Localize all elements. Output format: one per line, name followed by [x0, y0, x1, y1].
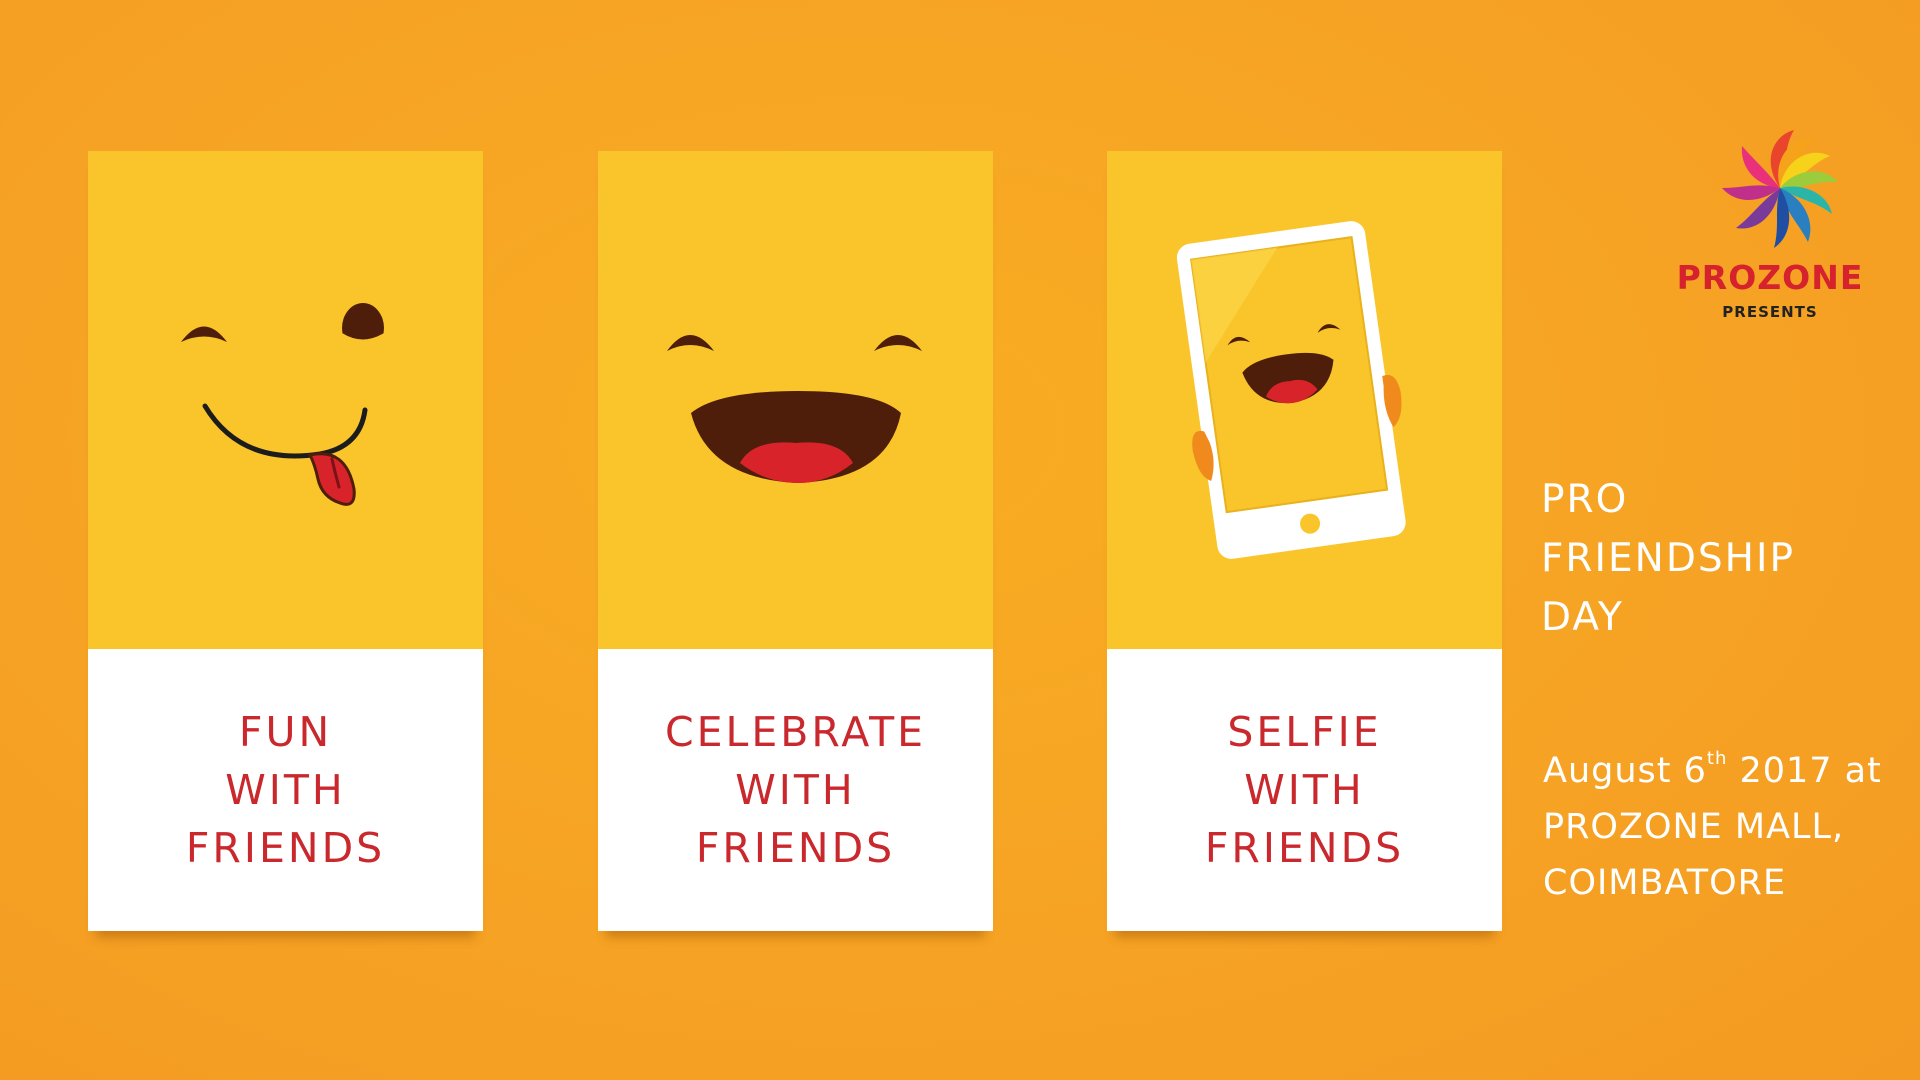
event-venue-line-2: COIMBATORE — [1543, 863, 1787, 903]
card-celebrate-label: CELEBRATE WITH FRIENDS — [598, 649, 993, 931]
card-celebrate-line-1: CELEBRATE — [664, 708, 927, 756]
event-title-line-1: PRO — [1541, 477, 1629, 522]
smiling-phone-icon — [1176, 221, 1406, 559]
card-selfie: SELFIE WITH FRIENDS — [1107, 151, 1502, 931]
card-celebrate-line-2: WITH — [735, 766, 856, 814]
card-fun-line-3: FRIENDS — [185, 824, 386, 872]
card-selfie-label: SELFIE WITH FRIENDS — [1107, 649, 1502, 931]
event-date: August 6th 2017 at — [1543, 743, 1882, 799]
tongue-out-smiley-icon — [181, 303, 384, 506]
event-info: August 6th 2017 at PROZONE MALL, COIMBAT… — [1543, 743, 1882, 911]
card-fun-artwork — [88, 151, 483, 649]
brand-tagline: PRESENTS — [1722, 303, 1818, 321]
card-fun-line-2: WITH — [225, 766, 346, 814]
brand-name: PROZONE — [1676, 258, 1864, 297]
card-celebrate-line-3: FRIENDS — [695, 824, 896, 872]
event-date-prefix: August 6 — [1543, 751, 1707, 791]
card-fun-label: FUN WITH FRIENDS — [88, 649, 483, 931]
laughing-smiley-icon — [667, 335, 922, 483]
card-selfie-line-3: FRIENDS — [1204, 824, 1405, 872]
event-date-rest: 2017 at — [1727, 751, 1882, 791]
card-fun-line-1: FUN — [238, 708, 333, 756]
card-celebrate: CELEBRATE WITH FRIENDS — [598, 151, 993, 931]
event-title: PRO FRIENDSHIP DAY — [1541, 470, 1795, 647]
card-selfie-artwork — [1107, 151, 1502, 649]
card-selfie-line-1: SELFIE — [1227, 708, 1382, 756]
event-title-line-3: DAY — [1541, 595, 1624, 640]
event-title-line-2: FRIENDSHIP — [1541, 536, 1795, 581]
card-celebrate-artwork — [598, 151, 993, 649]
event-venue-line-1: PROZONE MALL, — [1543, 807, 1845, 847]
card-fun: FUN WITH FRIENDS — [88, 151, 483, 931]
card-selfie-line-2: WITH — [1244, 766, 1365, 814]
event-date-suffix: th — [1706, 748, 1728, 769]
